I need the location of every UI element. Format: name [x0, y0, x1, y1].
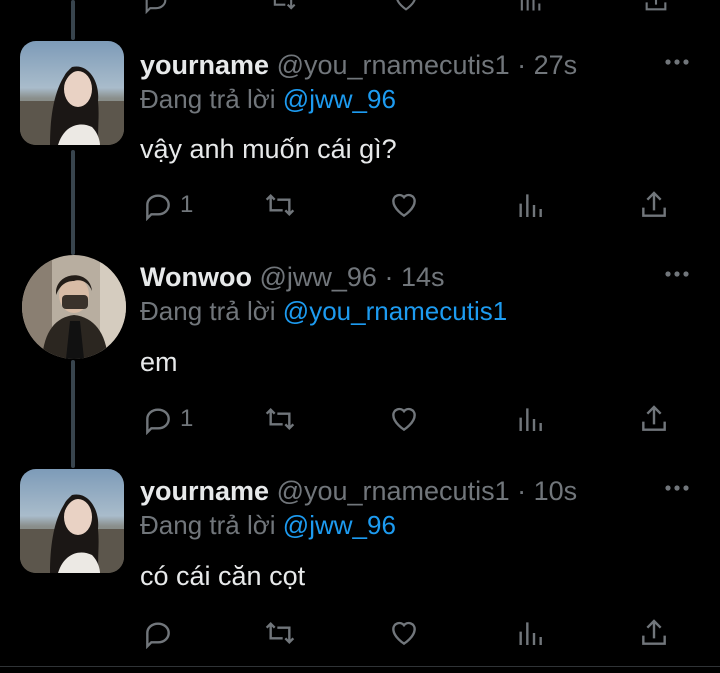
- share-button[interactable]: [638, 187, 670, 223]
- reply-button[interactable]: 1: [142, 187, 193, 223]
- tweet-text: em: [140, 347, 178, 377]
- share-icon: [642, 191, 666, 217]
- more-icon[interactable]: [662, 259, 692, 289]
- views-icon: [519, 408, 542, 431]
- replying-to-handle[interactable]: @you_rnamecutis1: [283, 296, 507, 326]
- reply-button[interactable]: 1: [142, 401, 193, 437]
- reply-icon: [146, 194, 170, 221]
- like-icon: [392, 621, 416, 646]
- replying-to-label: Đang trả lời: [140, 510, 276, 540]
- views-button[interactable]: [514, 615, 546, 651]
- retweet-button[interactable]: [264, 615, 296, 651]
- retweet-icon: [265, 407, 295, 431]
- timestamp[interactable]: 14s: [401, 262, 445, 292]
- bottom-divider: [0, 666, 720, 667]
- reply-count: 1: [180, 405, 194, 432]
- reply-count: 1: [180, 191, 194, 218]
- share-button[interactable]: [638, 615, 670, 651]
- tweet-text: vậy anh muốn cái gì?: [140, 134, 397, 164]
- more-icon[interactable]: [662, 473, 692, 503]
- like-button[interactable]: [388, 615, 420, 651]
- share-button[interactable]: [638, 401, 670, 437]
- tweet[interactable]: yourname @you_rnamecutis1 · 10s Đang trả…: [0, 469, 720, 673]
- like-button[interactable]: [388, 401, 420, 437]
- timestamp[interactable]: 10s: [534, 476, 578, 506]
- separator: ·: [517, 476, 527, 506]
- display-name[interactable]: yourname: [140, 50, 269, 80]
- separator: ·: [384, 262, 394, 292]
- retweet-icon: [265, 193, 295, 217]
- views-button[interactable]: [514, 401, 546, 437]
- reply-icon: [146, 622, 170, 649]
- previous-tweet-actions: [140, 0, 680, 14]
- tweet-text: có cái căn cọt: [140, 561, 306, 591]
- profile-photo-boy-icon: [22, 255, 126, 359]
- avatar[interactable]: [20, 41, 124, 145]
- profile-photo-girl-icon: [20, 41, 124, 145]
- tweet[interactable]: yourname @you_rnamecutis1 · 27s Đang trả…: [0, 41, 720, 231]
- replying-to: Đang trả lời @jww_96: [140, 81, 396, 117]
- views-icon[interactable]: [516, 0, 544, 14]
- share-icon: [642, 405, 666, 431]
- more-icon[interactable]: [662, 47, 692, 77]
- retweet-button[interactable]: [264, 187, 296, 223]
- views-button[interactable]: [514, 187, 546, 223]
- views-icon: [519, 622, 542, 645]
- views-icon: [519, 194, 542, 217]
- display-name[interactable]: yourname: [140, 476, 269, 506]
- avatar[interactable]: [20, 469, 124, 573]
- like-icon[interactable]: [392, 0, 420, 14]
- tweet[interactable]: Wonwoo @jww_96 · 14s Đang trả lời @you_r…: [0, 255, 720, 445]
- share-icon: [642, 619, 666, 645]
- separator: ·: [517, 50, 527, 80]
- timestamp[interactable]: 27s: [534, 50, 578, 80]
- share-icon[interactable]: [642, 0, 670, 14]
- replying-to-handle[interactable]: @jww_96: [283, 510, 396, 540]
- user-handle[interactable]: @jww_96: [259, 262, 376, 292]
- replying-to: Đang trả lời @you_rnamecutis1: [140, 293, 507, 329]
- display-name[interactable]: Wonwoo: [140, 262, 252, 292]
- thread-line: [71, 0, 75, 40]
- reply-icon[interactable]: [142, 0, 170, 14]
- tweet-header: yourname @you_rnamecutis1 · 27s: [140, 45, 577, 85]
- user-handle[interactable]: @you_rnamecutis1: [277, 50, 510, 80]
- reply-icon: [146, 408, 170, 435]
- tweet-actions: 1: [140, 401, 680, 437]
- tweet-actions: [140, 615, 680, 651]
- profile-photo-girl-icon: [20, 469, 124, 573]
- tweet-header: Wonwoo @jww_96 · 14s: [140, 257, 445, 297]
- user-handle[interactable]: @you_rnamecutis1: [277, 476, 510, 506]
- retweet-icon: [265, 621, 295, 645]
- retweet-icon[interactable]: [268, 0, 298, 14]
- tweet-header: yourname @you_rnamecutis1 · 10s: [140, 471, 577, 511]
- tweet-actions: 1: [140, 187, 680, 223]
- replying-to: Đang trả lời @jww_96: [140, 507, 396, 543]
- like-icon: [392, 407, 416, 432]
- retweet-button[interactable]: [264, 401, 296, 437]
- avatar[interactable]: [22, 255, 126, 359]
- replying-to-label: Đang trả lời: [140, 296, 276, 326]
- replying-to-handle[interactable]: @jww_96: [283, 84, 396, 114]
- like-button[interactable]: [388, 187, 420, 223]
- replying-to-label: Đang trả lời: [140, 84, 276, 114]
- like-icon: [392, 193, 416, 218]
- reply-button[interactable]: [142, 615, 180, 651]
